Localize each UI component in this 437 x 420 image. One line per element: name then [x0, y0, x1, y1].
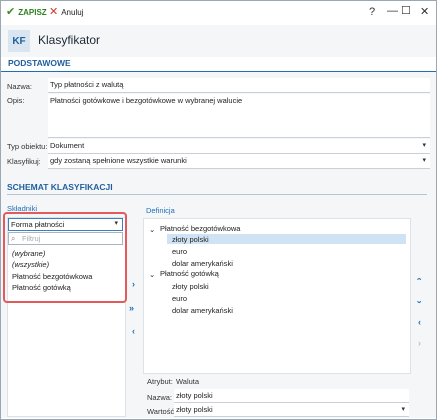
chevron-down-icon: ▾	[422, 157, 426, 164]
description-label: Opis:	[7, 96, 25, 105]
value-select[interactable]: złoty polski ▾	[174, 403, 409, 417]
tab-podstawowe[interactable]: PODSTAWOWE	[5, 57, 74, 69]
maximize-icon[interactable]: ☐	[401, 4, 411, 17]
page-header: KF Klasyfikator	[1, 25, 436, 57]
add-all-icon[interactable]: »	[129, 303, 134, 313]
tree-group-noncash[interactable]: Płatność bezgotówkowa	[160, 224, 240, 233]
tree-item[interactable]: złoty polski	[172, 235, 209, 244]
tree-item[interactable]: euro	[172, 294, 187, 303]
cancel-label: Anuluj	[61, 7, 84, 17]
indent-right-icon[interactable]: ›	[418, 338, 421, 348]
indent-left-icon[interactable]: ‹	[418, 317, 421, 327]
save-label: ZAPISZ	[18, 7, 47, 17]
page-title: Klasyfikator	[38, 33, 101, 47]
cancel-button[interactable]: ✕ Anuluj	[49, 6, 84, 18]
app-badge: KF	[8, 30, 30, 52]
close-icon: ✕	[49, 6, 59, 18]
move-up-icon[interactable]: ›	[414, 278, 424, 281]
type-select[interactable]: Dokument ▾	[48, 139, 430, 154]
classify-label: Klasyfikuj:	[7, 157, 41, 166]
chevron-down-icon: ▾	[401, 406, 405, 413]
add-icon[interactable]: ›	[132, 279, 135, 289]
classify-select[interactable]: gdy zostaną spełnione wszystkie warunki …	[48, 154, 430, 169]
type-value: Dokument	[50, 141, 85, 150]
save-button[interactable]: ✔ ZAPISZ	[6, 6, 47, 18]
tab-bar: PODSTAWOWE	[1, 57, 436, 71]
help-button[interactable]: ?	[369, 6, 375, 18]
collapse-icon[interactable]: ⌄	[149, 225, 155, 234]
collapse-icon[interactable]: ⌄	[149, 270, 155, 279]
move-up-icon[interactable]: ‹	[414, 301, 424, 304]
name2-field[interactable]: złoty polski	[174, 389, 409, 403]
attribute-label: Atrybut:	[147, 377, 173, 386]
toolbar: ✔ ZAPISZ ✕ Anuluj ? — ☐ ✕	[1, 1, 436, 25]
dropdown-highlight	[3, 212, 127, 303]
chevron-down-icon: ▾	[422, 142, 426, 149]
name-field[interactable]: Typ płatności z walutą	[48, 78, 430, 93]
attribute-value: Waluta	[176, 377, 200, 386]
tree-item[interactable]: złoty polski	[172, 282, 209, 291]
tree-item[interactable]: euro	[172, 247, 187, 256]
type-label: Typ obiektu:	[7, 142, 48, 151]
value-select-value: złoty polski	[176, 405, 213, 414]
window-close-icon[interactable]: ✕	[420, 5, 429, 18]
tree-item[interactable]: dolar amerykański	[172, 259, 233, 268]
section-divider	[7, 194, 427, 195]
remove-icon[interactable]: ‹	[132, 326, 135, 336]
check-icon: ✔	[6, 6, 16, 18]
classify-value: gdy zostaną spełnione wszystkie warunki	[50, 156, 187, 165]
minimize-icon[interactable]: —	[387, 5, 398, 17]
tree-group-cash[interactable]: Płatność gotówką	[160, 269, 219, 278]
section-title: SCHEMAT KLASYFIKACJI	[7, 182, 113, 192]
definition-label: Definicja	[146, 206, 175, 215]
description-field[interactable]: Płatności gotówkowe i bezgotówkowe w wyb…	[48, 94, 430, 138]
name-label: Nazwa:	[7, 82, 33, 91]
name2-label: Nazwa:	[147, 393, 173, 402]
tree-item[interactable]: dolar amerykański	[172, 306, 233, 315]
value-label: Wartość:	[147, 407, 177, 416]
